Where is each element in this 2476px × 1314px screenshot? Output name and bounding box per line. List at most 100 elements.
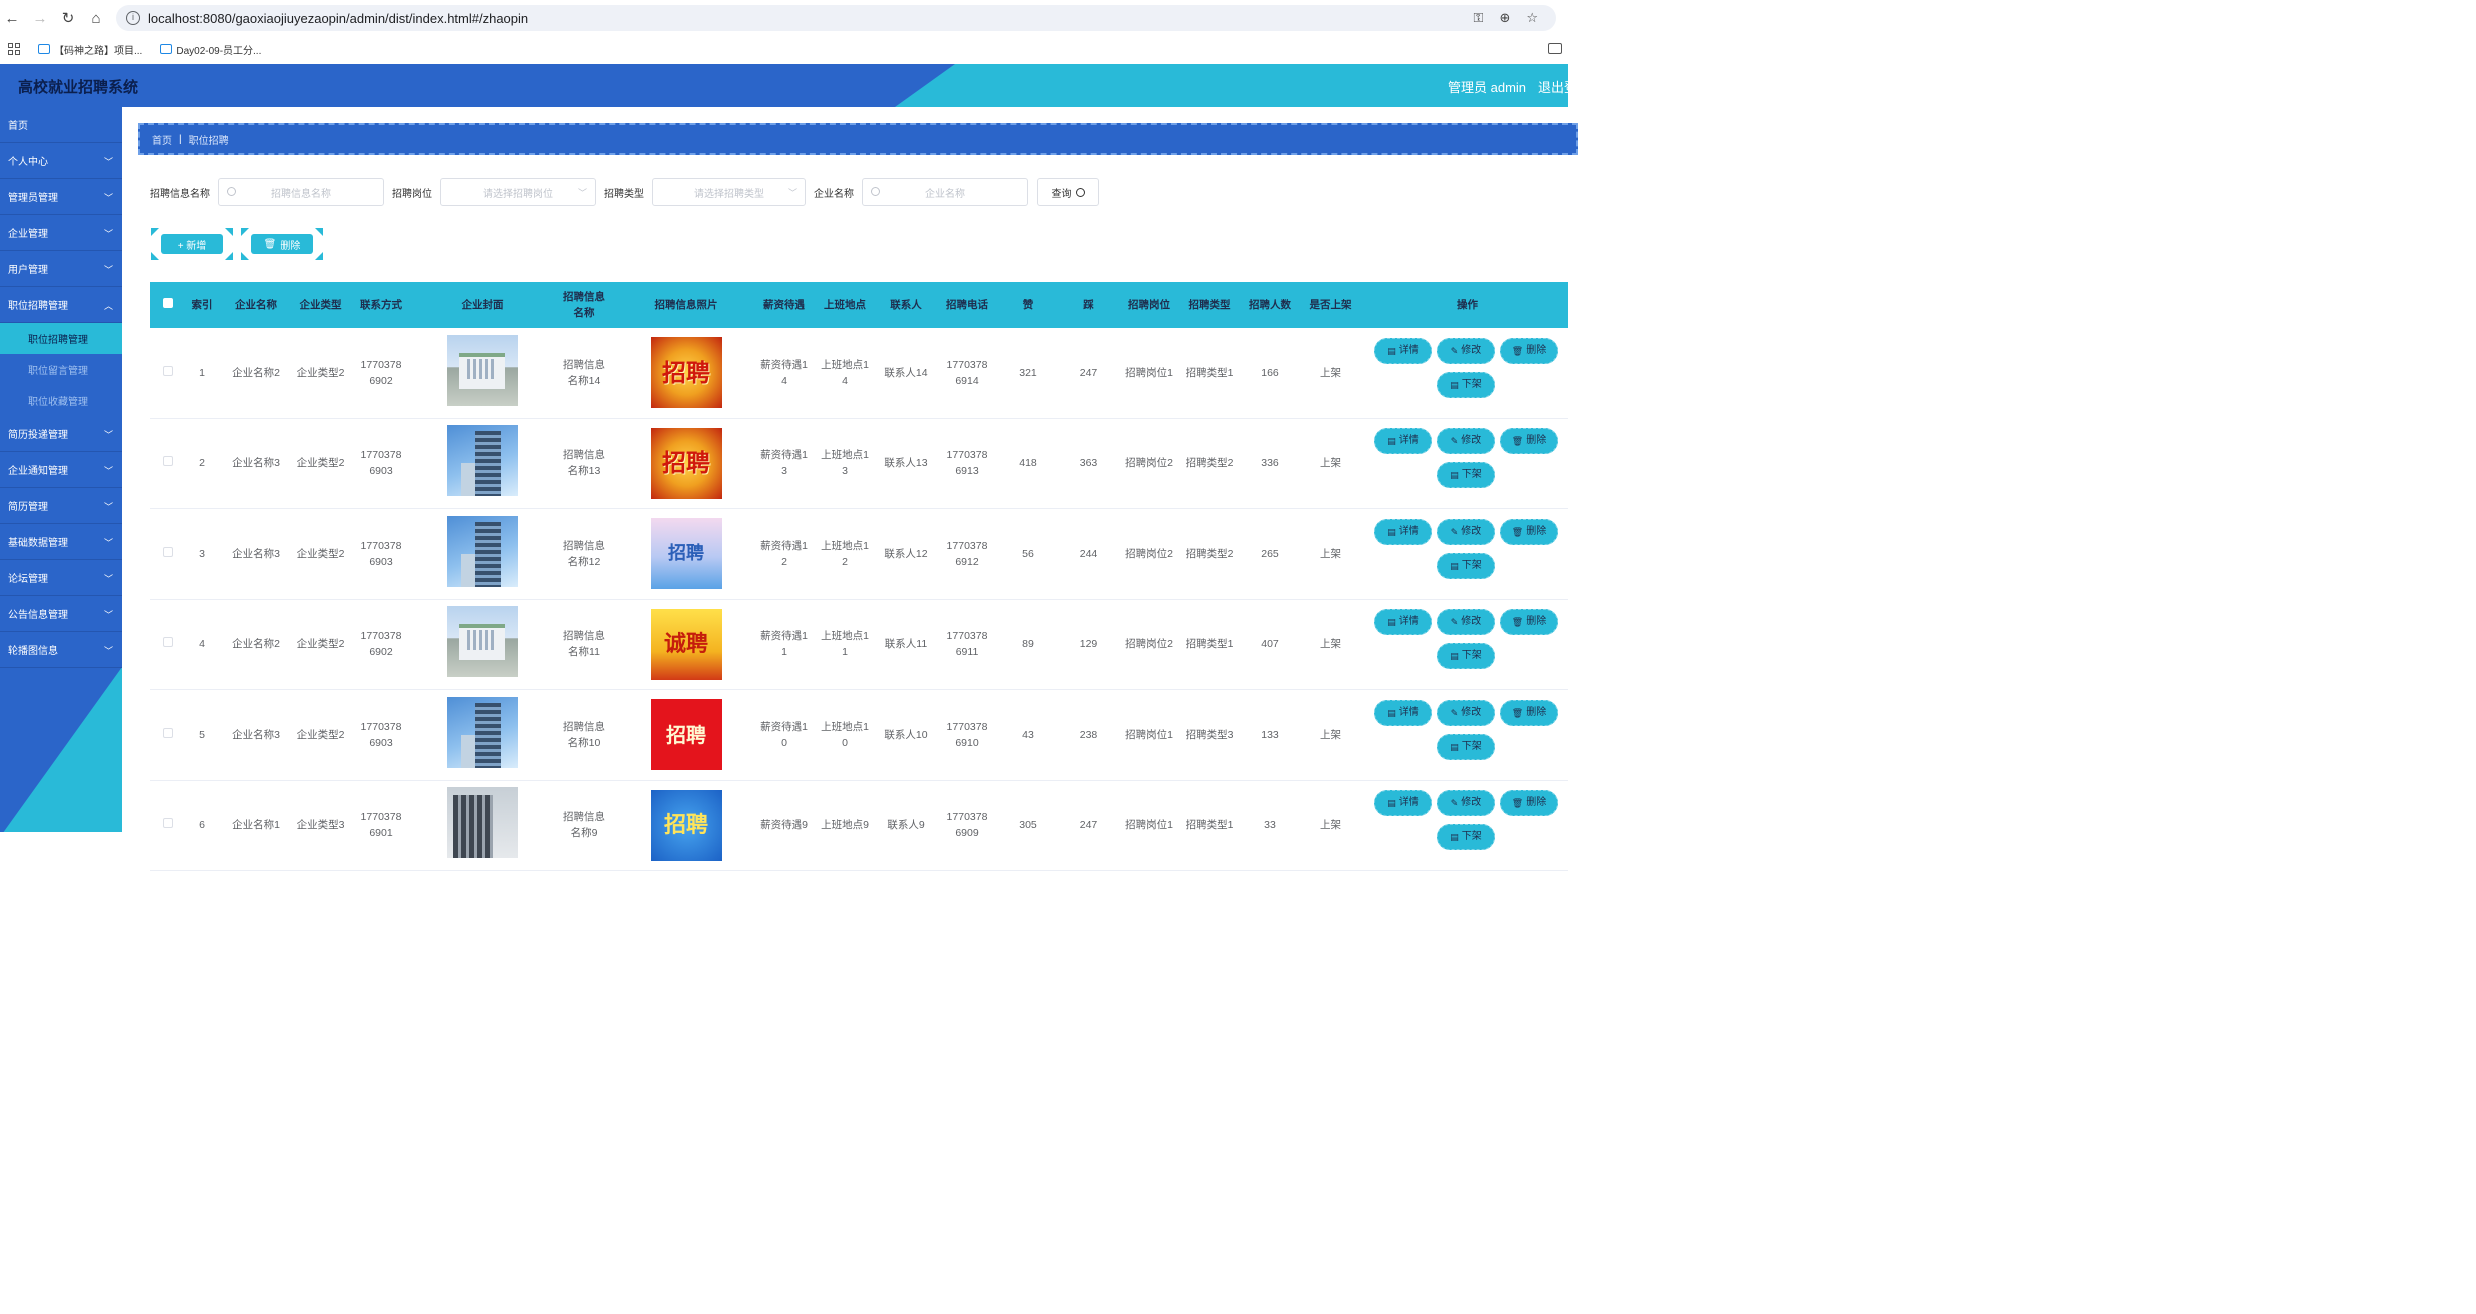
query-button[interactable]: 查询 — [1037, 178, 1099, 206]
folder-icon[interactable] — [1548, 43, 1562, 54]
offline-button[interactable]: ▤ 下架 — [1437, 462, 1495, 489]
sidebar-subitem-job-favorites[interactable]: 职位收藏管理 — [0, 385, 122, 416]
delete-button[interactable]: 🗑 删除 — [1500, 790, 1558, 817]
sidebar-item-carousel[interactable]: 轮播图信息 ﹀ — [0, 632, 122, 668]
home-icon[interactable]: ⌂ — [82, 4, 110, 32]
sidebar-item-home[interactable]: 首页 — [0, 107, 122, 143]
sidebar: 首页 个人中心 ﹀ 管理员管理 ﹀ 企业管理 ﹀ 用户管理 ﹀ 职位招聘管理 ︿ 职位招聘… — [0, 107, 122, 832]
company-cover-image[interactable] — [447, 606, 518, 678]
row-checkbox[interactable] — [150, 455, 186, 471]
name-filter-input[interactable]: 招聘信息名称 — [218, 178, 384, 206]
cell-location: 上班地点9 — [821, 819, 869, 832]
cell-location: 上班地点1 3 — [821, 449, 869, 478]
trash-icon: 🗑 — [1511, 526, 1524, 537]
company-cover-image[interactable] — [447, 696, 518, 768]
offline-button[interactable]: ▤ 下架 — [1437, 552, 1495, 579]
row-checkbox[interactable] — [150, 636, 186, 652]
edit-button[interactable]: ✎ 修改 — [1437, 609, 1495, 636]
sidebar-item-resume-delivery[interactable]: 简历投递管理 ﹀ — [0, 416, 122, 452]
add-button[interactable]: + 新增 — [151, 228, 233, 260]
offline-button[interactable]: ▤ 下架 — [1437, 733, 1495, 760]
batch-delete-button[interactable]: 🗑 删除 — [241, 228, 323, 260]
sidebar-item-users[interactable]: 用户管理 ﹀ — [0, 251, 122, 287]
sidebar-item-profile[interactable]: 个人中心 ﹀ — [0, 143, 122, 179]
edit-button[interactable]: ✎ 修改 — [1437, 428, 1495, 455]
cell-cover — [415, 606, 550, 682]
back-arrow-icon[interactable]: ← — [0, 4, 26, 32]
detail-button[interactable]: ▤ 详情 — [1374, 337, 1432, 364]
delete-button[interactable]: 🗑 删除 — [1500, 518, 1558, 545]
sidebar-item-companies[interactable]: 企业管理 ﹀ — [0, 215, 122, 251]
sidebar-subitem-job-postings[interactable]: 职位招聘管理 — [0, 323, 122, 354]
delete-button[interactable]: 🗑 删除 — [1500, 699, 1558, 726]
chevron-down-icon: ﹀ — [103, 265, 113, 275]
logout-link[interactable]: 退出登录 — [1538, 77, 1568, 96]
edit-button[interactable]: ✎ 修改 — [1437, 518, 1495, 545]
col-company: 企业名称 — [235, 299, 277, 311]
document-icon: ▤ — [1450, 470, 1459, 481]
cell-company: 企业名称2 — [232, 638, 280, 651]
offline-button[interactable]: ▤ 下架 — [1437, 371, 1495, 398]
cell-salary: 薪资待遇1 1 — [760, 630, 808, 659]
detail-button[interactable]: ▤ 详情 — [1374, 790, 1432, 817]
sidebar-subitem-job-messages[interactable]: 职位留言管理 — [0, 354, 122, 385]
detail-button[interactable]: ▤ 详情 — [1374, 609, 1432, 636]
detail-button[interactable]: ▤ 详情 — [1374, 518, 1432, 545]
site-info-icon[interactable]: i — [126, 11, 140, 25]
cell-post: 招聘岗位2 — [1125, 547, 1173, 560]
edit-button[interactable]: ✎ 修改 — [1437, 699, 1495, 726]
detail-button[interactable]: ▤ 详情 — [1374, 428, 1432, 455]
row-checkbox[interactable] — [150, 817, 186, 833]
sidebar-item-forum[interactable]: 论坛管理 ﹀ — [0, 560, 122, 596]
company-cover-image[interactable] — [447, 515, 518, 587]
select-all-checkbox[interactable] — [150, 297, 186, 313]
cell-likes: 418 — [1019, 457, 1037, 470]
zoom-icon[interactable]: ⊕ — [1499, 10, 1510, 26]
delete-button[interactable]: 🗑 删除 — [1500, 337, 1558, 364]
placeholder: 请选择招聘岗位 — [483, 188, 553, 200]
sidebar-item-company-notices[interactable]: 企业通知管理 ﹀ — [0, 452, 122, 488]
detail-button[interactable]: ▤ 详情 — [1374, 699, 1432, 726]
sidebar-item-jobs[interactable]: 职位招聘管理 ︿ — [0, 287, 122, 323]
offline-button[interactable]: ▤ 下架 — [1437, 824, 1495, 851]
sidebar-item-label: 职位招聘管理 — [8, 301, 68, 312]
company-cover-image[interactable] — [447, 425, 518, 497]
bookmark-item[interactable]: Day02-09-员工分... — [160, 42, 261, 57]
detail-label: 详情 — [1398, 344, 1419, 356]
recruit-poster-image[interactable]: 招聘 — [650, 337, 722, 409]
edit-button[interactable]: ✎ 修改 — [1437, 790, 1495, 817]
sidebar-item-base-data[interactable]: 基础数据管理 ﹀ — [0, 524, 122, 560]
row-checkbox[interactable] — [150, 546, 186, 562]
sidebar-item-resumes[interactable]: 简历管理 ﹀ — [0, 488, 122, 524]
sidebar-item-announcements[interactable]: 公告信息管理 ﹀ — [0, 596, 122, 632]
company-cover-image[interactable] — [447, 787, 518, 859]
recruit-poster-image[interactable]: 招聘 — [650, 518, 722, 590]
breadcrumb-home[interactable]: 首页 — [152, 132, 172, 147]
type-filter-select[interactable]: 请选择招聘类型 ﹀ — [652, 178, 806, 206]
key-icon[interactable]: ⚿ — [1474, 10, 1484, 26]
bookmark-item[interactable]: 【码神之路】项目... — [38, 42, 142, 57]
sidebar-item-admins[interactable]: 管理员管理 ﹀ — [0, 179, 122, 215]
offline-button[interactable]: ▤ 下架 — [1437, 643, 1495, 670]
company-cover-image[interactable] — [447, 334, 518, 406]
recruit-poster-image[interactable]: 招聘 — [650, 699, 722, 771]
company-filter-input[interactable]: 企业名称 — [862, 178, 1028, 206]
reload-icon[interactable]: ↻ — [54, 4, 82, 32]
cell-status: 上架 — [1320, 638, 1341, 651]
recruit-poster-image[interactable]: 诚聘 — [650, 608, 722, 680]
apps-grid-icon[interactable] — [8, 43, 20, 55]
trash-icon: 🗑 — [1511, 436, 1524, 447]
address-bar[interactable]: i localhost:8080/gaoxiaojiuyezaopin/admi… — [116, 5, 1556, 31]
post-filter-select[interactable]: 请选择招聘岗位 ﹀ — [440, 178, 596, 206]
row-checkbox[interactable] — [150, 365, 186, 381]
forward-arrow-icon[interactable]: → — [26, 4, 54, 32]
star-icon[interactable]: ☆ — [1526, 10, 1538, 26]
delete-button[interactable]: 🗑 删除 — [1500, 428, 1558, 455]
row-checkbox[interactable] — [150, 727, 186, 743]
edit-button[interactable]: ✎ 修改 — [1437, 337, 1495, 364]
offline-label: 下架 — [1461, 831, 1482, 843]
cell-cover — [415, 515, 550, 592]
delete-button[interactable]: 🗑 删除 — [1500, 609, 1558, 636]
recruit-poster-image[interactable]: 招聘 — [650, 789, 722, 861]
recruit-poster-image[interactable]: 招聘 — [650, 427, 722, 499]
